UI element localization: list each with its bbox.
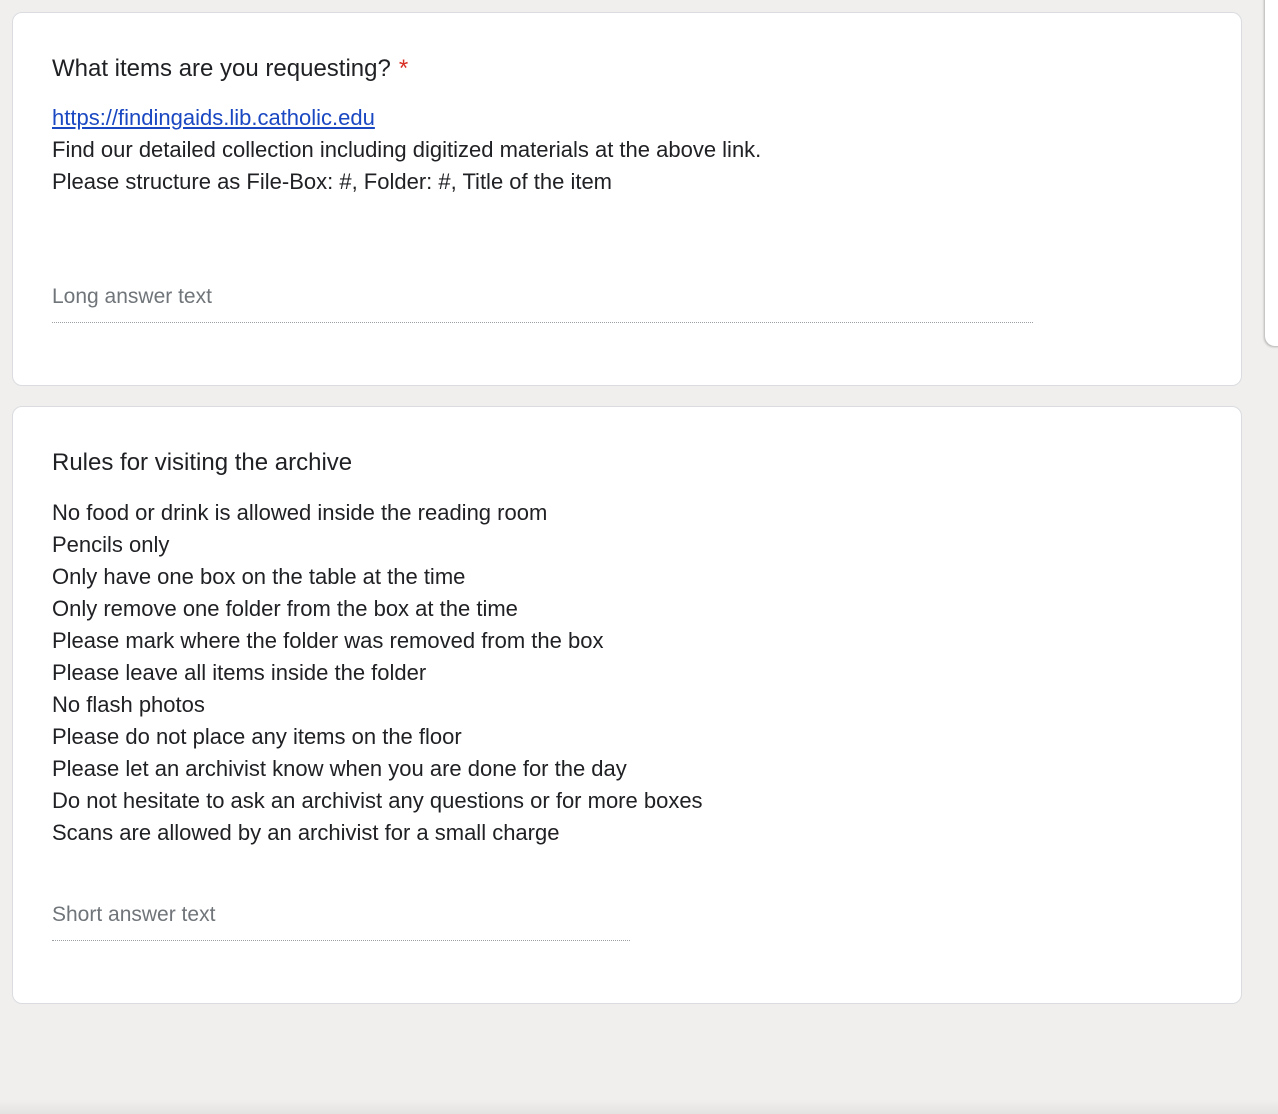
rule-item: Do not hesitate to ask an archivist any …: [52, 788, 703, 813]
rule-item: Only remove one folder from the box at t…: [52, 596, 518, 621]
rule-item: No flash photos: [52, 692, 205, 717]
rule-item: Only have one box on the table at the ti…: [52, 564, 466, 589]
description-line: Please structure as File-Box: #, Folder:…: [52, 169, 613, 194]
question-title: Rules for visiting the archive: [52, 449, 353, 476]
floating-toolbar[interactable]: [1265, 0, 1278, 346]
rules-list: No food or drink is allowed inside the r…: [52, 497, 703, 849]
description-line: Find our detailed collection including d…: [52, 137, 762, 162]
page-bottom: [0, 1100, 1278, 1114]
question-description: https://findingaids.lib.catholic.edu Fin…: [52, 102, 761, 198]
rule-item: Please mark where the folder was removed…: [52, 628, 604, 653]
rule-item: Scans are allowed by an archivist for a …: [52, 820, 560, 845]
question-title-text: What items are you requesting?: [52, 55, 391, 82]
question-title: What items are you requesting? *: [52, 55, 408, 83]
required-asterisk: *: [398, 55, 409, 82]
rule-item: Pencils only: [52, 532, 170, 557]
long-answer-input[interactable]: Long answer text: [52, 285, 1033, 323]
rule-item: Please do not place any items on the flo…: [52, 724, 462, 749]
finding-aids-link[interactable]: https://findingaids.lib.catholic.edu: [52, 105, 375, 130]
rule-item: Please let an archivist know when you ar…: [52, 756, 627, 781]
short-answer-input[interactable]: Short answer text: [52, 903, 630, 941]
rule-item: No food or drink is allowed inside the r…: [52, 500, 548, 525]
question-card-items[interactable]: What items are you requesting? * https://…: [12, 12, 1242, 386]
rule-item: Please leave all items inside the folder: [52, 660, 427, 685]
question-card-rules[interactable]: Rules for visiting the archive No food o…: [12, 406, 1242, 1004]
